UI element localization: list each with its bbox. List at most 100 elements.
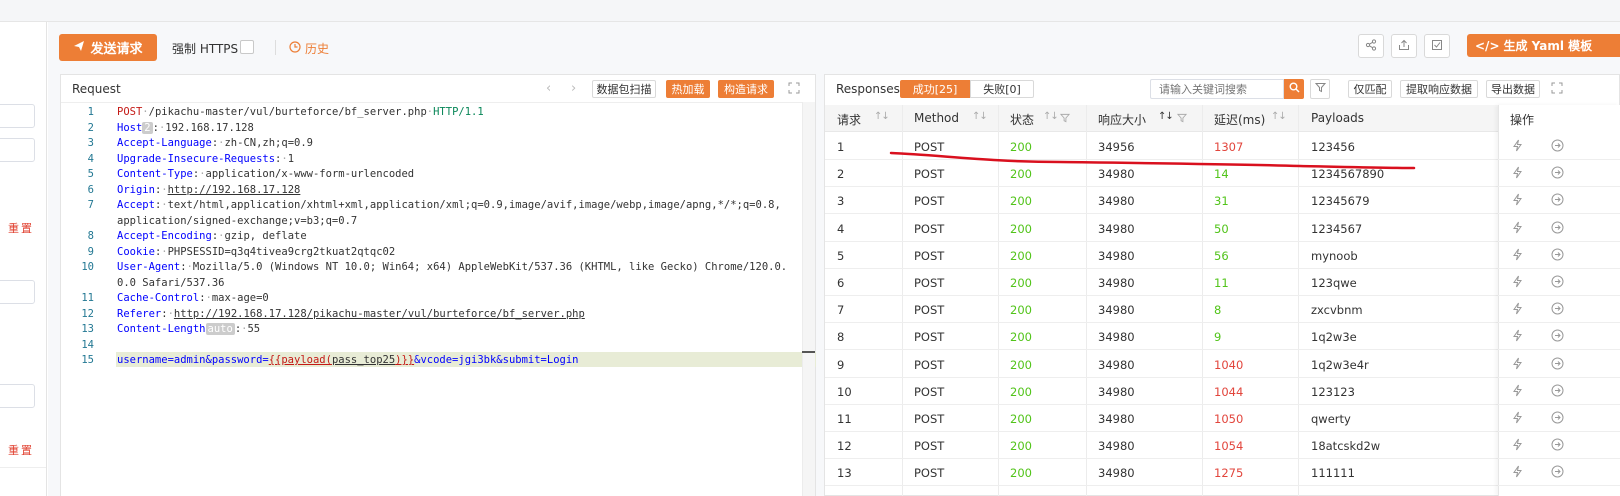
sort-icon[interactable]: ↑↓ — [874, 111, 890, 122]
lightning-icon[interactable] — [1512, 465, 1523, 481]
arrow-circle-icon[interactable] — [1551, 221, 1564, 237]
left-input-3[interactable] — [0, 280, 35, 304]
code-line-2: Host 2:·192.168.17.128 — [117, 122, 254, 134]
cell-payload: 1234567890 — [1311, 167, 1385, 182]
lightning-icon[interactable] — [1512, 221, 1523, 237]
column-header-actions: 操作 — [1510, 113, 1535, 127]
line-number: 3 — [87, 137, 94, 149]
arrow-circle-icon[interactable] — [1551, 166, 1564, 182]
match-only-button[interactable]: 仅匹配 — [1348, 80, 1392, 98]
lightning-icon[interactable] — [1512, 384, 1523, 400]
lightning-icon[interactable] — [1512, 275, 1523, 291]
reset-link-1[interactable]: 重置 — [8, 220, 34, 236]
arrow-circle-icon[interactable] — [1551, 438, 1564, 454]
lightning-icon[interactable] — [1512, 329, 1523, 345]
chevron-right-icon[interactable]: › — [571, 81, 576, 96]
keyword-search-input[interactable] — [1150, 79, 1284, 99]
cell-size: 34980 — [1098, 303, 1135, 318]
expand-icon[interactable] — [788, 82, 800, 97]
arrow-circle-icon[interactable] — [1551, 465, 1564, 481]
code-line-9: Cookie:·PHPSESSID=q3q4tivea9crg2tkuat2qt… — [117, 246, 396, 258]
arrow-circle-icon[interactable] — [1551, 275, 1564, 291]
filter-button[interactable] — [1310, 79, 1330, 99]
cell-request-id: 5 — [837, 248, 845, 263]
lightning-icon[interactable] — [1512, 166, 1523, 182]
code-line-10: User-Agent:·Mozilla/5.0 (Windows NT 10.0… — [117, 261, 788, 273]
arrow-circle-icon[interactable] — [1551, 302, 1564, 318]
cell-method: POST — [914, 167, 945, 182]
packet-scan-button[interactable]: 数据包扫描 — [592, 80, 656, 98]
cell-status: 200 — [1010, 221, 1032, 236]
cell-method: POST — [914, 466, 945, 481]
cell-payload: 123123 — [1311, 384, 1355, 399]
arrow-circle-icon[interactable] — [1551, 139, 1564, 155]
arrow-circle-icon[interactable] — [1551, 193, 1564, 209]
history-button[interactable]: 历史 — [289, 40, 329, 57]
tab-success[interactable]: 成功[25] — [900, 80, 970, 98]
lightning-icon[interactable] — [1512, 302, 1523, 318]
cell-method: POST — [914, 439, 945, 454]
cell-payload: 111111 — [1311, 466, 1355, 481]
arrow-circle-icon[interactable] — [1551, 411, 1564, 427]
column-header-request[interactable]: 请求 — [837, 111, 861, 128]
cell-status: 200 — [1010, 330, 1032, 345]
lightning-icon[interactable] — [1512, 357, 1523, 373]
share-icon — [1365, 38, 1377, 54]
upload-button[interactable] — [1391, 34, 1417, 58]
filter-icon[interactable] — [1059, 112, 1071, 126]
left-input-4[interactable] — [0, 384, 35, 408]
lightning-icon[interactable] — [1512, 193, 1523, 209]
cell-status: 200 — [1010, 276, 1032, 290]
cell-size: 34980 — [1098, 384, 1135, 399]
chevron-left-icon[interactable]: ‹ — [546, 81, 551, 96]
code-line-7: Accept:·text/html,application/xhtml+xml,… — [117, 199, 781, 211]
column-header-size[interactable]: 响应大小 — [1098, 111, 1146, 128]
arrow-circle-icon[interactable] — [1551, 384, 1564, 400]
lightning-icon[interactable] — [1512, 139, 1523, 155]
left-input-2[interactable] — [0, 138, 35, 162]
cell-payload: zxcvbnm — [1311, 303, 1363, 318]
row-divider — [1498, 403, 1620, 405]
tab-fail[interactable]: 失败[0] — [970, 80, 1034, 98]
cell-delay: 1275 — [1214, 466, 1244, 481]
filter-icon[interactable] — [1176, 112, 1188, 126]
code-line-11: Cache-Control:·max-age=0 — [117, 292, 269, 304]
arrow-circle-icon[interactable] — [1551, 329, 1564, 345]
cell-delay: 1044 — [1214, 384, 1244, 399]
line-number: 7 — [87, 199, 94, 211]
export-data-button[interactable]: 导出数据 — [1486, 80, 1540, 98]
search-button[interactable] — [1284, 79, 1304, 99]
export-button[interactable] — [1424, 34, 1450, 58]
build-request-button[interactable]: 构造请求 — [718, 80, 774, 98]
arrow-circle-icon[interactable] — [1551, 248, 1564, 264]
arrow-circle-icon[interactable] — [1551, 357, 1564, 373]
line-number: 12 — [81, 308, 94, 320]
cell-payload: 12345679 — [1311, 194, 1370, 209]
sort-icon[interactable]: ↑↓ — [1271, 111, 1287, 122]
column-header-status[interactable]: 状态 — [1010, 111, 1034, 128]
cell-delay: 14 — [1214, 167, 1229, 182]
row-divider — [1498, 186, 1620, 188]
line-number: 10 — [81, 261, 94, 273]
hot-load-button[interactable]: 热加载 — [666, 80, 710, 98]
lightning-icon[interactable] — [1512, 438, 1523, 454]
code-line-8: Accept-Encoding:·gzip, deflate — [117, 230, 307, 242]
send-request-button[interactable]: 发送请求 — [59, 34, 157, 61]
force-https-checkbox[interactable] — [240, 40, 254, 54]
lightning-icon[interactable] — [1512, 411, 1523, 427]
left-input-1[interactable] — [0, 104, 35, 128]
extract-response-button[interactable]: 提取响应数据 — [1400, 80, 1478, 98]
generate-yaml-button[interactable]: </> 生成 Yaml 模板 — [1467, 34, 1620, 57]
share-button[interactable] — [1358, 34, 1384, 58]
reset-link-2[interactable]: 重置 — [8, 442, 34, 458]
sort-icon[interactable]: ↑↓ — [1043, 111, 1059, 122]
sort-icon[interactable]: ↑↓ — [972, 111, 988, 122]
lightning-icon[interactable] — [1512, 248, 1523, 264]
expand-icon[interactable] — [1551, 82, 1563, 97]
cell-status: 200 — [1010, 194, 1032, 209]
sort-icon[interactable]: ↑↓ — [1158, 111, 1174, 122]
editor-scrollbar[interactable] — [802, 102, 815, 496]
column-header-delay[interactable]: 延迟(ms) — [1214, 111, 1265, 128]
column-header-method[interactable]: Method — [914, 111, 959, 125]
code-line-13: Content-Length auto:·55 — [117, 323, 261, 335]
